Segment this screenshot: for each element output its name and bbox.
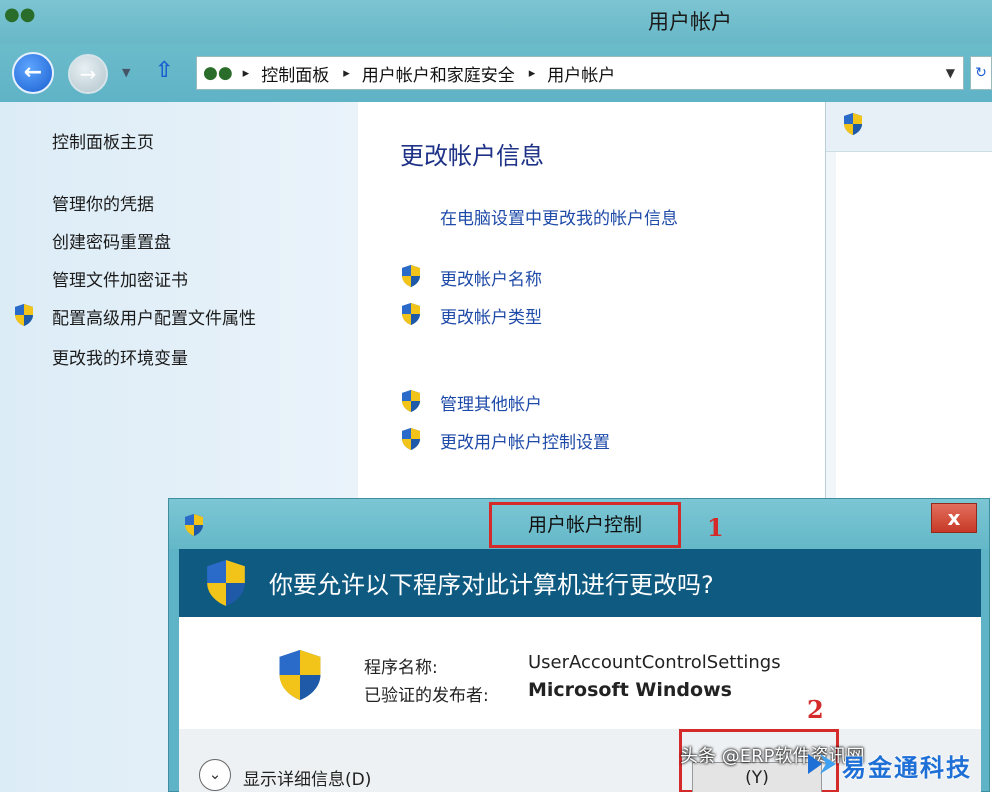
page-heading: 更改帐户信息 [400,142,544,170]
breadcrumb-separator[interactable]: ▸ [243,66,250,81]
chevron-down-icon[interactable]: ▼ [122,66,130,79]
left-nav-advanced-profile[interactable]: 配置高级用户配置文件属性 [52,304,256,329]
uac-question-banner: 你要允许以下程序对此计算机进行更改吗? [179,549,981,617]
breadcrumb-separator[interactable]: ▸ [343,66,350,81]
chevron-down-icon[interactable]: ⌄ [199,759,231,791]
link-change-account-type[interactable]: 更改帐户类型 [440,303,542,328]
breadcrumb-user-accounts-family[interactable]: 用户帐户和家庭安全 [362,61,515,86]
program-name-value: UserAccountControlSettings [528,652,781,673]
forward-arrow-icon[interactable]: → [68,54,108,94]
brand-logo-icon [808,754,836,774]
refresh-icon[interactable]: ↻ [970,56,992,90]
link-manage-other-accounts[interactable]: 管理其他帐户 [440,390,542,415]
breadcrumb-user-accounts[interactable]: 用户帐户 [547,61,615,86]
left-nav-environment-variables[interactable]: 更改我的环境变量 [52,344,188,369]
back-arrow-icon[interactable]: ← [12,52,54,94]
uac-shield-icon [400,427,422,451]
link-change-uac-settings[interactable]: 更改用户帐户控制设置 [440,428,610,453]
uac-shield-icon [400,302,422,326]
up-arrow-icon[interactable]: ⇧ [155,58,173,83]
uac-question-text: 你要允许以下程序对此计算机进行更改吗? [269,571,714,599]
uac-dialog-titlebar: 用户帐户控制 1 x [169,499,989,549]
close-icon: x [947,506,961,530]
chevron-down-icon[interactable]: ▼ [946,66,955,80]
left-nav-password-reset-disk[interactable]: 创建密码重置盘 [52,228,171,253]
uac-shield-icon [400,389,422,413]
left-nav-manage-credentials[interactable]: 管理你的凭据 [52,190,154,215]
uac-dialog-title: 用户帐户控制 [527,514,642,536]
publisher-value: Microsoft Windows [528,679,732,701]
breadcrumb-control-panel[interactable]: 控制面板 [261,61,329,86]
address-bar[interactable]: ●● ▸ 控制面板 ▸ 用户帐户和家庭安全 ▸ 用户帐户 ▼ [196,56,964,90]
left-nav-encryption-certs[interactable]: 管理文件加密证书 [52,266,188,291]
publisher-label: 已验证的发布者: [364,686,489,706]
show-details-link[interactable]: 显示详细信息(D) [243,765,371,790]
uac-shield-icon [13,303,35,327]
uac-shield-icon [400,264,422,288]
right-pane-header [826,102,992,152]
program-name-label: 程序名称: [364,658,438,678]
uac-program-info: 程序名称: UserAccountControlSettings 已验证的发布者… [179,617,981,729]
breadcrumb-separator[interactable]: ▸ [529,66,536,81]
annotation-marker-1: 1 [707,513,724,542]
uac-shield-icon [275,647,325,703]
control-panel-icon: ●● [203,63,233,83]
link-pc-settings-account-info[interactable]: 在电脑设置中更改我的帐户信息 [440,204,678,229]
annotation-marker-2: 2 [807,695,824,724]
uac-shield-icon [842,112,864,136]
window-title: 用户帐户 [648,10,732,34]
close-button[interactable]: x [931,503,977,533]
navigation-bar: ← → ▼ ⇧ ●● ▸ 控制面板 ▸ 用户帐户和家庭安全 ▸ 用户帐户 ▼ ↻ [0,44,992,102]
left-nav-home[interactable]: 控制面板主页 [52,128,154,153]
user-accounts-icon: ●● [4,4,36,25]
window-titlebar: ●● 用户帐户 [0,0,992,44]
uac-shield-icon [183,513,205,537]
watermark-brand: 易金通科技 [842,754,972,782]
link-change-account-name[interactable]: 更改帐户名称 [440,265,542,290]
uac-dialog-title-highlight: 用户帐户控制 [489,502,681,548]
uac-shield-icon [203,557,249,609]
